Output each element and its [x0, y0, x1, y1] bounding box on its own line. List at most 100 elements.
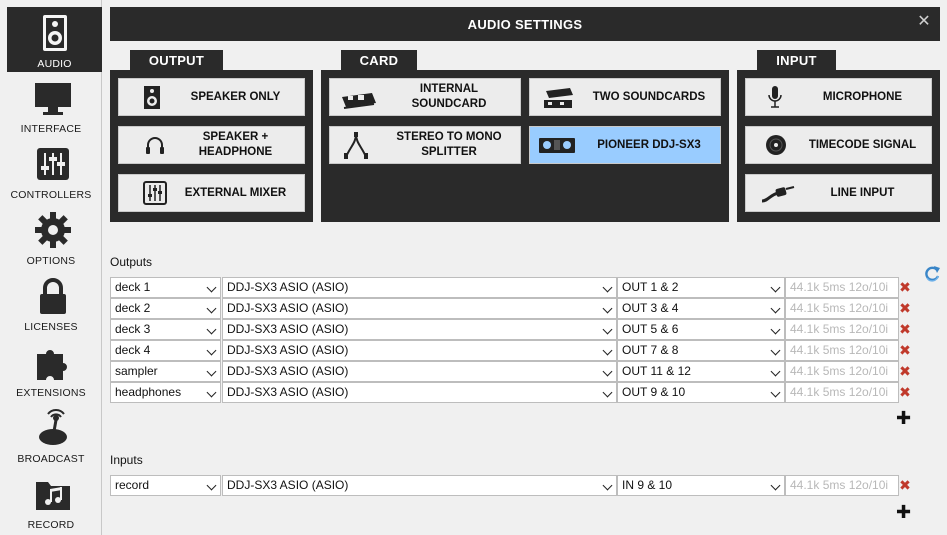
- speaker-icon: [125, 83, 169, 111]
- card-pioneer-ddj-sx3-button[interactable]: PIONEER DDJ-SX3: [529, 126, 721, 164]
- sliders-icon: [33, 144, 73, 184]
- input-timecode-signal-button[interactable]: TIMECODE SIGNAL: [745, 126, 932, 164]
- speaker-icon: [35, 13, 75, 53]
- close-button[interactable]: ✕: [916, 14, 932, 30]
- device-select[interactable]: DDJ-SX3 ASIO (ASIO): [222, 319, 617, 340]
- table-row: headphones DDJ-SX3 ASIO (ASIO) OUT 9 & 10 4…: [110, 382, 912, 403]
- music-folder-icon: [33, 474, 73, 514]
- output-external-mixer-button[interactable]: EXTERNAL MIXER: [118, 174, 305, 212]
- headphone-icon: [125, 131, 169, 159]
- input-group-title: INPUT: [757, 50, 836, 70]
- device-select[interactable]: DDJ-SX3 ASIO (ASIO): [222, 277, 617, 298]
- chevron-down-icon: [206, 387, 217, 398]
- remove-row-button[interactable]: ✖: [898, 301, 912, 315]
- sidebar-item-label: AUDIO: [37, 58, 72, 70]
- ports-select[interactable]: OUT 7 & 8: [617, 340, 785, 361]
- device-info-value: 44.1k 5ms 12o/10i: [790, 478, 889, 492]
- device-value: DDJ-SX3 ASIO (ASIO): [227, 385, 349, 399]
- sidebar-item-options[interactable]: OPTIONS: [0, 206, 102, 272]
- device-select[interactable]: DDJ-SX3 ASIO (ASIO): [222, 382, 617, 403]
- cable-icon: [752, 179, 796, 207]
- device-select[interactable]: DDJ-SX3 ASIO (ASIO): [222, 340, 617, 361]
- chevron-down-icon: [602, 387, 613, 398]
- channel-value: deck 1: [115, 280, 151, 294]
- ports-value: IN 9 & 10: [622, 478, 673, 492]
- table-row: record DDJ-SX3 ASIO (ASIO) IN 9 & 10 44.1k …: [110, 475, 912, 496]
- internal-soundcard-icon: [336, 83, 380, 111]
- channel-select[interactable]: deck 4: [110, 340, 221, 361]
- refresh-icon[interactable]: [922, 264, 942, 284]
- sidebar-item-extensions[interactable]: EXTENSIONS: [0, 338, 102, 404]
- device-info: 44.1k 5ms 12o/10i: [785, 340, 899, 361]
- option-label: MICROPHONE: [822, 90, 903, 103]
- add-input-button[interactable]: ✚: [896, 503, 911, 521]
- channel-select[interactable]: deck 2: [110, 298, 221, 319]
- channel-select[interactable]: sampler: [110, 361, 221, 382]
- chevron-down-icon: [770, 345, 781, 356]
- vinyl-icon: [752, 131, 796, 159]
- microphone-icon: [752, 83, 796, 111]
- add-output-button[interactable]: ✚: [896, 409, 911, 427]
- device-value: DDJ-SX3 ASIO (ASIO): [227, 478, 349, 492]
- ports-select[interactable]: OUT 3 & 4: [617, 298, 785, 319]
- remove-row-button[interactable]: ✖: [898, 478, 912, 492]
- device-select[interactable]: DDJ-SX3 ASIO (ASIO): [222, 475, 617, 496]
- sidebar-item-controllers[interactable]: CONTROLLERS: [0, 140, 102, 206]
- device-info-value: 44.1k 5ms 12o/10i: [790, 280, 889, 294]
- table-row: deck 1 DDJ-SX3 ASIO (ASIO) OUT 1 & 2 44.1k …: [110, 277, 912, 298]
- option-label: STEREO TO MONO SPLITTER: [396, 131, 502, 158]
- remove-row-button[interactable]: ✖: [898, 322, 912, 336]
- channel-select[interactable]: deck 3: [110, 319, 221, 340]
- option-label: LINE INPUT: [830, 186, 895, 199]
- card-group-title: CARD: [341, 50, 417, 70]
- input-line-input-button[interactable]: LINE INPUT: [745, 174, 932, 212]
- ports-select[interactable]: OUT 5 & 6: [617, 319, 785, 340]
- sidebar-item-audio[interactable]: AUDIO: [7, 7, 102, 72]
- chevron-down-icon: [602, 282, 613, 293]
- output-speaker-headphone-button[interactable]: SPEAKER + HEADPHONE: [118, 126, 305, 164]
- remove-row-button[interactable]: ✖: [898, 280, 912, 294]
- monitor-icon: [33, 78, 73, 118]
- remove-row-button[interactable]: ✖: [898, 364, 912, 378]
- channel-select[interactable]: record: [110, 475, 221, 496]
- remove-row-button[interactable]: ✖: [898, 343, 912, 357]
- input-microphone-button[interactable]: MICROPHONE: [745, 78, 932, 116]
- sidebar-item-record[interactable]: RECORD: [0, 470, 102, 535]
- sidebar-item-label: INTERFACE: [20, 123, 82, 135]
- chevron-down-icon: [206, 366, 217, 377]
- sidebar-item-broadcast[interactable]: BROADCAST: [0, 404, 102, 470]
- output-group-title: OUTPUT: [130, 50, 223, 70]
- inputs-section-label: Inputs: [110, 453, 143, 467]
- device-select[interactable]: DDJ-SX3 ASIO (ASIO): [222, 298, 617, 319]
- channel-value: deck 4: [115, 343, 151, 357]
- lock-icon: [33, 276, 73, 316]
- ports-select[interactable]: OUT 11 & 12: [617, 361, 785, 382]
- card-stereo-mono-splitter-button[interactable]: STEREO TO MONO SPLITTER: [329, 126, 521, 164]
- sidebar-item-interface[interactable]: INTERFACE: [0, 74, 102, 140]
- device-info: 44.1k 5ms 12o/10i: [785, 382, 899, 403]
- sidebar-item-licenses[interactable]: LICENSES: [0, 272, 102, 338]
- sidebar-item-label: BROADCAST: [17, 453, 85, 465]
- chevron-down-icon: [206, 324, 217, 335]
- table-row: sampler DDJ-SX3 ASIO (ASIO) OUT 11 & 12 44.…: [110, 361, 912, 382]
- remove-row-button[interactable]: ✖: [898, 385, 912, 399]
- output-speaker-only-button[interactable]: SPEAKER ONLY: [118, 78, 305, 116]
- ports-select[interactable]: IN 9 & 10: [617, 475, 785, 496]
- channel-select[interactable]: headphones: [110, 382, 221, 403]
- device-select[interactable]: DDJ-SX3 ASIO (ASIO): [222, 361, 617, 382]
- card-internal-soundcard-button[interactable]: INTERNAL SOUNDCARD: [329, 78, 521, 116]
- option-label: PIONEER DDJ-SX3: [597, 138, 701, 151]
- ports-select[interactable]: OUT 1 & 2: [617, 277, 785, 298]
- sidebar: AUDIO INTERFACE CONTROLLERS OPTIONS LICE: [0, 0, 102, 535]
- option-label: SPEAKER ONLY: [190, 90, 281, 103]
- table-row: deck 2 DDJ-SX3 ASIO (ASIO) OUT 3 & 4 44.1k …: [110, 298, 912, 319]
- device-value: DDJ-SX3 ASIO (ASIO): [227, 343, 349, 357]
- chevron-down-icon: [770, 480, 781, 491]
- option-label: TWO SOUNDCARDS: [592, 90, 706, 103]
- card-two-soundcards-button[interactable]: TWO SOUNDCARDS: [529, 78, 721, 116]
- ports-select[interactable]: OUT 9 & 10: [617, 382, 785, 403]
- chevron-down-icon: [770, 282, 781, 293]
- channel-select[interactable]: deck 1: [110, 277, 221, 298]
- device-info: 44.1k 5ms 12o/10i: [785, 361, 899, 382]
- ports-value: OUT 5 & 6: [622, 322, 679, 336]
